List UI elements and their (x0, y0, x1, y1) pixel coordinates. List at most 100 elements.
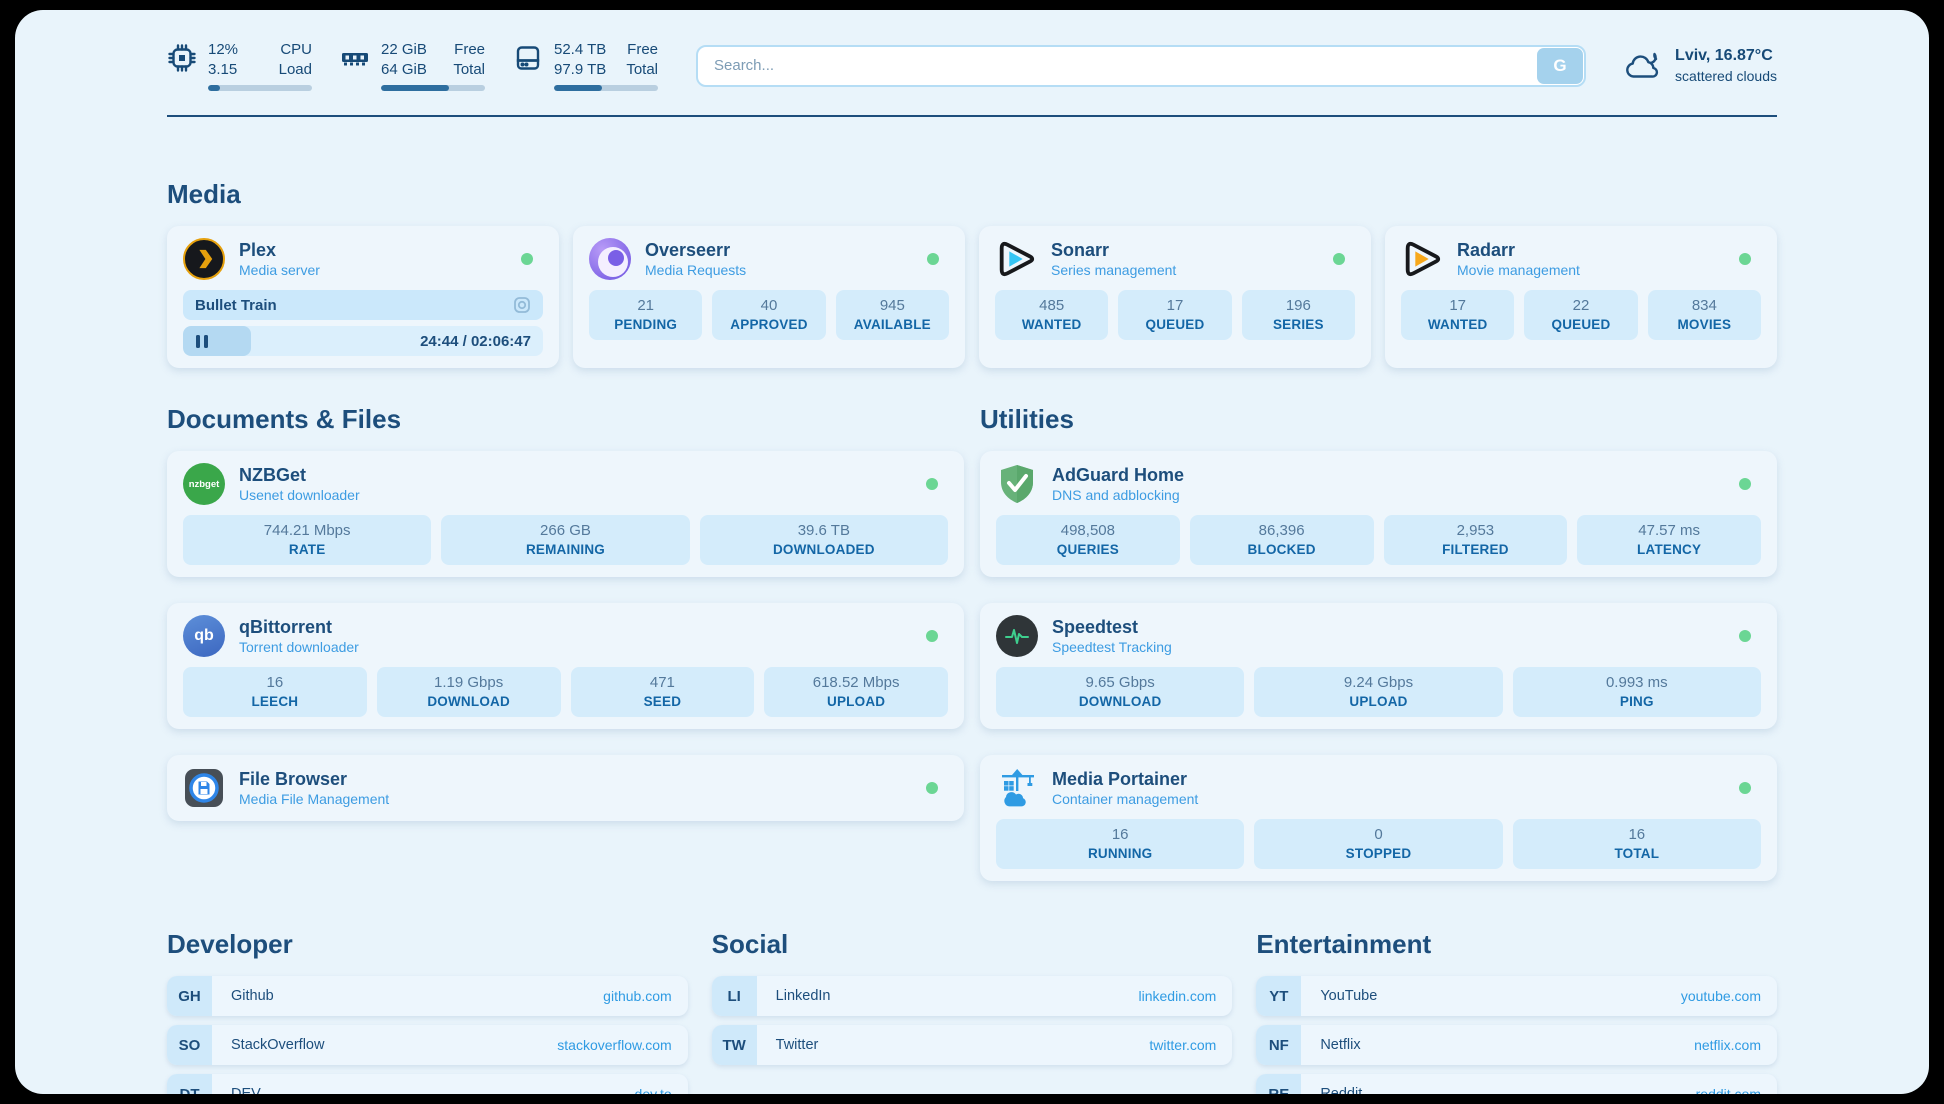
stat-box: 16 RUNNING (996, 819, 1244, 869)
stat-label: BLOCKED (1194, 542, 1370, 557)
ram-values: 22 GiB 64 GiB (381, 40, 427, 79)
stat-value: 1.19 Gbps (381, 674, 557, 691)
now-playing-bar: Bullet Train (183, 290, 543, 320)
app-link-sonarr[interactable]: Sonarr Series management (995, 238, 1355, 280)
app-link-overseerr[interactable]: Overseerr Media Requests (589, 238, 949, 280)
stat-box: 945 AVAILABLE (836, 290, 949, 340)
bookmark-youtube[interactable]: YT YouTube youtube.com (1256, 976, 1777, 1016)
section-title-media: Media (167, 179, 1777, 210)
stat-value: 86,396 (1194, 522, 1370, 539)
app-card-plex: Plex Media server Bullet Train (167, 226, 559, 368)
stat-box: 618.52 Mbps UPLOAD (764, 667, 948, 717)
system-stats-group: 12% 3.15 CPU Load (167, 40, 658, 91)
stat-label: UPLOAD (768, 694, 944, 709)
bookmark-url: reddit.com (1696, 1086, 1761, 1094)
stat-box: 485 WANTED (995, 290, 1108, 340)
app-link-adguard[interactable]: AdGuard Home DNS and adblocking (996, 463, 1761, 505)
bookmark-dev[interactable]: DT DEV dev.to (167, 1074, 688, 1094)
search-input[interactable] (696, 45, 1586, 87)
section-title-documents: Documents & Files (167, 404, 964, 435)
bookmark-name: LinkedIn (776, 988, 831, 1004)
app-title: File Browser (239, 768, 389, 791)
search-engine-button[interactable]: G (1537, 48, 1583, 84)
ram-icon (340, 43, 370, 73)
bookmark-netflix[interactable]: NF Netflix netflix.com (1256, 1025, 1777, 1065)
stat-value: 16 (1517, 826, 1757, 843)
app-link-qbittorrent[interactable]: qb qBittorrent Torrent downloader (183, 615, 948, 657)
cpu-labels: CPU Load (279, 40, 312, 79)
app-title: Media Portainer (1052, 768, 1198, 791)
status-dot-online (1739, 630, 1751, 642)
stat-value: 618.52 Mbps (768, 674, 944, 691)
overseerr-icon (589, 238, 631, 280)
filebrowser-icon (183, 767, 225, 809)
stat-label: LATENCY (1581, 542, 1757, 557)
cpu-progress-bar (208, 85, 312, 91)
disk-progress-bar (554, 85, 658, 91)
app-link-plex[interactable]: Plex Media server (183, 238, 543, 280)
stat-label: DOWNLOADED (704, 542, 944, 557)
section-developer: Developer GH Github github.com SO StackO… (167, 929, 688, 1094)
stat-value: 22 (1528, 297, 1633, 314)
bookmark-name: YouTube (1320, 988, 1377, 1004)
app-title: Plex (239, 239, 320, 262)
stat-value: 834 (1652, 297, 1757, 314)
stat-label: STOPPED (1258, 846, 1498, 861)
stat-value: 0.993 ms (1517, 674, 1757, 691)
app-card-filebrowser: File Browser Media File Management (167, 755, 964, 821)
app-title: Overseerr (645, 239, 746, 262)
bookmark-twitter[interactable]: TW Twitter twitter.com (712, 1025, 1233, 1065)
stat-label: TOTAL (1517, 846, 1757, 861)
stat-value: 471 (575, 674, 751, 691)
app-subtitle: Speedtest Tracking (1052, 638, 1172, 656)
app-link-nzbget[interactable]: nzbget NZBGet Usenet downloader (183, 463, 948, 505)
stat-value: 498,508 (1000, 522, 1176, 539)
status-dot-online (926, 478, 938, 490)
stat-label: SEED (575, 694, 751, 709)
bookmark-url: twitter.com (1149, 1037, 1216, 1053)
cpu-icon (167, 43, 197, 73)
stat-value: 16 (187, 674, 363, 691)
app-link-radarr[interactable]: Radarr Movie management (1401, 238, 1761, 280)
app-link-portainer[interactable]: Media Portainer Container management (996, 767, 1761, 809)
speedtest-icon (996, 615, 1038, 657)
ram-progress-bar (381, 85, 485, 91)
stat-value: 744.21 Mbps (187, 522, 427, 539)
bookmark-name: Twitter (776, 1037, 819, 1053)
weather-location-temp: Lviv, 16.87°C (1675, 46, 1777, 67)
app-title: Sonarr (1051, 239, 1176, 262)
status-dot-online (1739, 253, 1751, 265)
bookmark-stackoverflow[interactable]: SO StackOverflow stackoverflow.com (167, 1025, 688, 1065)
stat-label: RATE (187, 542, 427, 557)
bookmark-linkedin[interactable]: LI LinkedIn linkedin.com (712, 976, 1233, 1016)
pause-icon[interactable] (196, 335, 208, 348)
status-dot-online (521, 253, 533, 265)
bookmark-abbr: LI (712, 976, 757, 1016)
adguard-icon (996, 463, 1038, 505)
stat-box: 471 SEED (571, 667, 755, 717)
app-subtitle: Media File Management (239, 790, 389, 808)
disk-labels: Free Total (626, 40, 658, 79)
bookmark-github[interactable]: GH Github github.com (167, 976, 688, 1016)
section-title-utilities: Utilities (980, 404, 1777, 435)
stat-box: 834 MOVIES (1648, 290, 1761, 340)
stat-box: 40 APPROVED (712, 290, 825, 340)
section-media: Media Plex Media server (167, 179, 1777, 368)
section-social: Social LI LinkedIn linkedin.com TW Twitt… (712, 929, 1233, 1094)
ram-widget: 22 GiB 64 GiB Free Total (340, 40, 485, 91)
app-link-speedtest[interactable]: Speedtest Speedtest Tracking (996, 615, 1761, 657)
app-link-filebrowser[interactable]: File Browser Media File Management (183, 767, 948, 809)
app-title: qBittorrent (239, 616, 359, 639)
ram-progress-fill (381, 85, 449, 91)
stat-value: 39.6 TB (704, 522, 944, 539)
bookmark-reddit[interactable]: RE Reddit reddit.com (1256, 1074, 1777, 1094)
stat-value: 945 (840, 297, 945, 314)
stat-box: 16 TOTAL (1513, 819, 1761, 869)
camera-icon[interactable] (513, 296, 531, 314)
stat-value: 21 (593, 297, 698, 314)
cpu-widget: 12% 3.15 CPU Load (167, 40, 312, 91)
app-card-radarr: Radarr Movie management 17 WANTED 22 QUE… (1385, 226, 1777, 368)
bookmark-abbr: RE (1256, 1074, 1301, 1094)
portainer-icon (996, 767, 1038, 809)
section-title-social: Social (712, 929, 1233, 960)
